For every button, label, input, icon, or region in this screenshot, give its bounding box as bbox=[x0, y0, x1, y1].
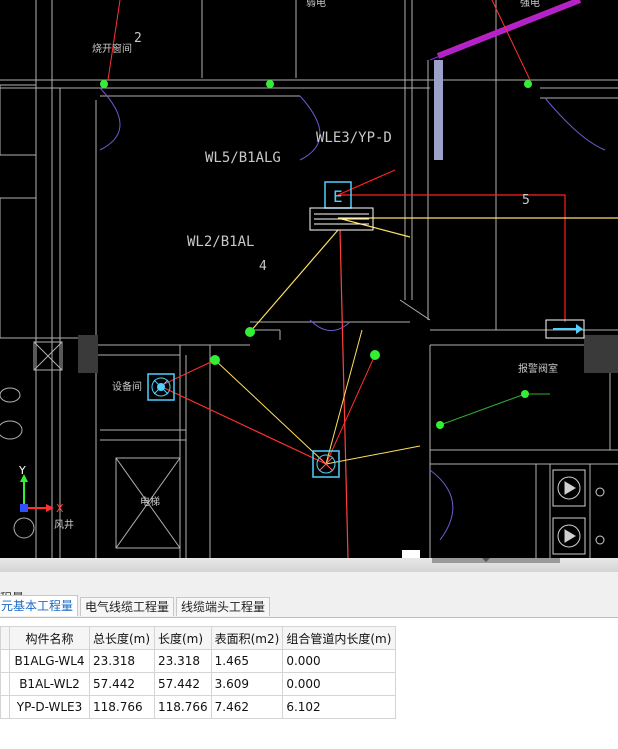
svg-text:E: E bbox=[333, 187, 343, 206]
column-hatch bbox=[584, 335, 618, 373]
column-hatch-left bbox=[78, 335, 98, 373]
tab-cable-terminal-quantity[interactable]: 线缆端头工程量 bbox=[176, 597, 271, 616]
cell-name[interactable]: B1ALG-WL4 bbox=[9, 649, 90, 673]
cell-length[interactable]: 118.766 bbox=[154, 695, 212, 719]
row-header-corner bbox=[0, 626, 10, 650]
column-header-combined-pipe-length[interactable]: 组合管道内长度(m) bbox=[282, 626, 397, 650]
label-room-top: 弱电 bbox=[306, 0, 326, 9]
axis-x-label: X bbox=[56, 502, 64, 515]
door-arcs bbox=[99, 87, 606, 541]
tab-basic-quantity[interactable]: 元基本工程量 bbox=[0, 595, 79, 616]
chevron-down-icon[interactable] bbox=[482, 558, 490, 562]
label-room-top-right: 强电 bbox=[520, 0, 540, 9]
panel-resize-handle[interactable] bbox=[432, 558, 560, 563]
cell-length[interactable]: 57.442 bbox=[154, 672, 212, 696]
label-num-4: 4 bbox=[259, 259, 267, 274]
label-num-2: 2 bbox=[134, 31, 142, 46]
purple-duct bbox=[429, 0, 582, 61]
table-header-row: 构件名称 总长度(m) 长度(m) 表面积(m2) 组合管道内长度(m) bbox=[0, 626, 397, 650]
quantity-panel: 程量 元基本工程量 电气线缆工程量 线缆端头工程量 构件名称 总长度(m) 长度… bbox=[0, 558, 618, 749]
label-room-equipment: 设备间 bbox=[112, 380, 142, 393]
column-header-total-length[interactable]: 总长度(m) bbox=[89, 626, 155, 650]
label-room-shaft: 风井 bbox=[54, 518, 74, 531]
ucs-axis-icon: Y X bbox=[18, 464, 64, 515]
cell-combined-pipe-length[interactable]: 6.102 bbox=[282, 695, 397, 719]
quantity-table: 构件名称 总长度(m) 长度(m) 表面积(m2) 组合管道内长度(m) B1A… bbox=[0, 626, 397, 719]
arrow-device-right[interactable] bbox=[545, 319, 585, 339]
row-header[interactable] bbox=[0, 672, 10, 696]
label-wl2: WL2/B1AL bbox=[187, 234, 254, 250]
vertical-shaft-pipe bbox=[434, 60, 443, 160]
cell-combined-pipe-length[interactable]: 0.000 bbox=[282, 649, 397, 673]
tab-cable-quantity[interactable]: 电气线缆工程量 bbox=[80, 597, 175, 616]
cell-surface-area[interactable]: 7.462 bbox=[210, 695, 284, 719]
cell-name[interactable]: B1AL-WL2 bbox=[9, 672, 90, 696]
cad-drawing[interactable]: E WL5/B1ALG WLE3/YP-D WL2/B1AL 2 4 5 烧开窗… bbox=[0, 0, 618, 558]
cell-surface-area[interactable]: 3.609 bbox=[210, 672, 284, 696]
cell-total-length[interactable]: 118.766 bbox=[89, 695, 155, 719]
axis-y-label: Y bbox=[18, 464, 26, 477]
table-row[interactable]: B1ALG-WL4 23.318 23.318 1.465 0.000 bbox=[0, 649, 397, 673]
label-wl5: WL5/B1ALG bbox=[205, 150, 281, 166]
column-header-name[interactable]: 构件名称 bbox=[9, 626, 90, 650]
label-num-5: 5 bbox=[522, 193, 530, 208]
cell-combined-pipe-length[interactable]: 0.000 bbox=[282, 672, 397, 696]
cell-total-length[interactable]: 23.318 bbox=[89, 649, 155, 673]
cell-name[interactable]: YP-D-WLE3 bbox=[9, 695, 90, 719]
table-row[interactable]: YP-D-WLE3 118.766 118.766 7.462 6.102 bbox=[0, 695, 397, 719]
row-header[interactable] bbox=[0, 649, 10, 673]
panel-title-bar: 程量 bbox=[0, 572, 618, 605]
cell-surface-area[interactable]: 1.465 bbox=[210, 649, 284, 673]
row-header[interactable] bbox=[0, 695, 10, 719]
label-room-top-left: 烧开窗间 bbox=[92, 42, 132, 55]
cell-total-length[interactable]: 57.442 bbox=[89, 672, 155, 696]
column-header-surface-area[interactable]: 表面积(m2) bbox=[210, 626, 284, 650]
distribution-box-device[interactable]: E bbox=[309, 181, 374, 231]
pump-devices bbox=[552, 469, 605, 555]
column-header-length[interactable]: 长度(m) bbox=[154, 626, 212, 650]
panel-tabs: 元基本工程量 电气线缆工程量 线缆端头工程量 bbox=[0, 595, 618, 618]
table-row[interactable]: B1AL-WL2 57.442 57.442 3.609 0.000 bbox=[0, 672, 397, 696]
label-room-valve: 报警阀室 bbox=[518, 362, 558, 375]
label-wle3: WLE3/YP-D bbox=[316, 130, 392, 146]
cell-length[interactable]: 23.318 bbox=[154, 649, 212, 673]
label-room-elevator: 电梯 bbox=[140, 495, 160, 508]
fan-device-left[interactable] bbox=[147, 373, 175, 401]
cable-routes bbox=[107, 0, 618, 558]
cad-drawing-canvas[interactable]: E WL5/B1ALG WLE3/YP-D WL2/B1AL 2 4 5 烧开窗… bbox=[0, 0, 618, 558]
bottom-marker bbox=[402, 550, 420, 558]
